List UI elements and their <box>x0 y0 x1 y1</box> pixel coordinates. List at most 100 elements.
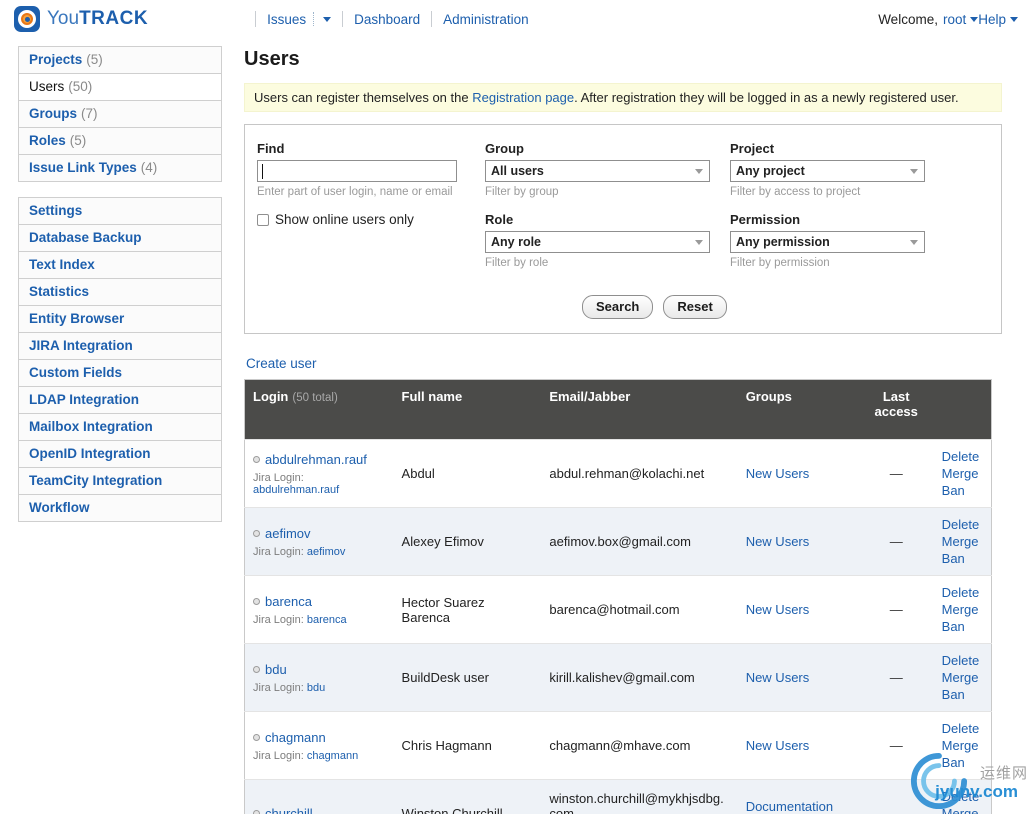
sidebar-item-custom-fields[interactable]: Custom Fields <box>19 360 221 387</box>
delete-user-link[interactable]: Delete <box>942 516 983 533</box>
sidebar-item-mailbox-integration[interactable]: Mailbox Integration <box>19 414 221 441</box>
col-header-full-name: Full name <box>394 380 542 440</box>
last-access-cell: — <box>857 440 936 508</box>
merge-user-link[interactable]: Merge <box>942 737 983 754</box>
item-count: (7) <box>81 106 98 121</box>
role-label: Role <box>485 212 730 227</box>
user-menu[interactable]: root <box>943 12 978 27</box>
user-login-link[interactable]: bdu <box>265 662 287 677</box>
login-sub-line: Jira Login: aefimov <box>253 546 386 558</box>
delete-user-link[interactable]: Delete <box>942 448 983 465</box>
group-link[interactable]: Documentation Assignees <box>746 799 833 814</box>
table-header-row: Login(50 total) Full name Email/Jabber G… <box>245 380 992 440</box>
login-sub-line: Jira Login: bdu <box>253 682 386 694</box>
user-filter-form: Find Enter part of user login, name or e… <box>244 124 1002 334</box>
groups-cell: New Users <box>738 644 857 712</box>
project-hint: Filter by access to project <box>730 186 960 198</box>
youtrack-logo[interactable]: YouTRACK <box>14 6 148 32</box>
create-user-link[interactable]: Create user <box>246 356 317 371</box>
group-select[interactable]: All users <box>485 160 710 182</box>
group-link[interactable]: New Users <box>746 738 810 753</box>
banner-text-after: . After registration they will be logged… <box>574 90 958 105</box>
permission-select[interactable]: Any permission <box>730 231 925 253</box>
ban-user-link[interactable]: Ban <box>942 686 983 703</box>
sidebar-item-text-index[interactable]: Text Index <box>19 252 221 279</box>
delete-user-link[interactable]: Delete <box>942 652 983 669</box>
group-link[interactable]: New Users <box>746 670 810 685</box>
chevron-down-icon <box>1010 17 1018 26</box>
text-cursor <box>262 164 263 179</box>
reset-button[interactable]: Reset <box>663 295 726 319</box>
group-link[interactable]: New Users <box>746 534 810 549</box>
login-sub-link[interactable]: chagmann <box>307 750 358 762</box>
ban-user-link[interactable]: Ban <box>942 618 983 635</box>
col-header-email: Email/Jabber <box>541 380 737 440</box>
sidebar-item-entity-browser[interactable]: Entity Browser <box>19 306 221 333</box>
user-login-link[interactable]: barenca <box>265 594 312 609</box>
last-access-cell: — <box>857 508 936 576</box>
ban-user-link[interactable]: Ban <box>942 482 983 499</box>
sidebar-item-settings[interactable]: Settings <box>19 198 221 225</box>
login-sub-link[interactable]: abdulrehman.rauf <box>253 484 339 496</box>
delete-user-link[interactable]: Delete <box>942 584 983 601</box>
merge-user-link[interactable]: Merge <box>942 669 983 686</box>
user-login-link[interactable]: chagmann <box>265 730 326 745</box>
select-arrow-icon <box>910 169 918 178</box>
item-count: (5) <box>70 133 87 148</box>
login-sub-line: Jira Login: abdulrehman.rauf <box>253 472 386 496</box>
sidebar-item-issue-link-types[interactable]: Issue Link Types(4) <box>19 155 221 182</box>
permission-hint: Filter by permission <box>730 257 960 269</box>
merge-user-link[interactable]: Merge <box>942 601 983 618</box>
last-access-cell: — <box>857 576 936 644</box>
users-table: Login(50 total) Full name Email/Jabber G… <box>244 379 992 814</box>
project-select[interactable]: Any project <box>730 160 925 182</box>
group-link[interactable]: New Users <box>746 466 810 481</box>
nav-dashboard[interactable]: Dashboard <box>354 12 420 27</box>
role-hint: Filter by role <box>485 257 730 269</box>
select-arrow-icon <box>695 240 703 249</box>
sidebar-item-groups[interactable]: Groups(7) <box>19 101 221 128</box>
sidebar-item-ldap-integration[interactable]: LDAP Integration <box>19 387 221 414</box>
user-login-link[interactable]: churchill <box>265 806 313 814</box>
sidebar-item-teamcity-integration[interactable]: TeamCity Integration <box>19 468 221 495</box>
banner-text-before: Users can register themselves on the <box>254 90 472 105</box>
delete-user-link[interactable]: Delete <box>942 788 983 805</box>
user-login-link[interactable]: aefimov <box>265 526 311 541</box>
sidebar-item-roles[interactable]: Roles(5) <box>19 128 221 155</box>
ban-user-link[interactable]: Ban <box>942 754 983 771</box>
online-status-icon <box>253 456 260 463</box>
sidebar-item-projects[interactable]: Projects(5) <box>19 47 221 74</box>
nav-issues[interactable]: Issues <box>267 12 331 27</box>
email-cell: barenca@hotmail.com <box>541 576 737 644</box>
ban-user-link[interactable]: Ban <box>942 550 983 567</box>
search-button[interactable]: Search <box>582 295 653 319</box>
sidebar-item-statistics[interactable]: Statistics <box>19 279 221 306</box>
delete-user-link[interactable]: Delete <box>942 720 983 737</box>
show-online-checkbox[interactable] <box>257 214 269 226</box>
login-sub-link[interactable]: aefimov <box>307 546 346 558</box>
chevron-down-icon <box>970 17 978 26</box>
user-login-link[interactable]: abdulrehman.rauf <box>265 452 367 467</box>
merge-user-link[interactable]: Merge <box>942 533 983 550</box>
login-sub-link[interactable]: bdu <box>307 682 325 694</box>
role-select[interactable]: Any role <box>485 231 710 253</box>
registration-page-link[interactable]: Registration page <box>472 90 574 105</box>
user-table-row: chagmann Jira Login: chagmann Chris Hagm… <box>245 712 992 780</box>
sidebar-item-openid-integration[interactable]: OpenID Integration <box>19 441 221 468</box>
sidebar-item-database-backup[interactable]: Database Backup <box>19 225 221 252</box>
user-table-row: aefimov Jira Login: aefimov Alexey Efimo… <box>245 508 992 576</box>
online-status-icon <box>253 530 260 537</box>
help-menu[interactable]: Help <box>978 12 1018 27</box>
sidebar-item-users[interactable]: Users(50) <box>19 74 221 101</box>
sidebar-item-workflow[interactable]: Workflow <box>19 495 221 522</box>
sidebar-item-jira-integration[interactable]: JIRA Integration <box>19 333 221 360</box>
full-name-cell: BuildDesk user <box>394 644 542 712</box>
group-link[interactable]: New Users <box>746 602 810 617</box>
merge-user-link[interactable]: Merge <box>942 465 983 482</box>
full-name-cell: Alexey Efimov <box>394 508 542 576</box>
login-sub-link[interactable]: barenca <box>307 614 347 626</box>
groups-cell: New Users <box>738 576 857 644</box>
find-input[interactable] <box>257 160 457 182</box>
nav-administration[interactable]: Administration <box>443 12 529 27</box>
main-content: Users Users can register themselves on t… <box>244 44 1002 814</box>
